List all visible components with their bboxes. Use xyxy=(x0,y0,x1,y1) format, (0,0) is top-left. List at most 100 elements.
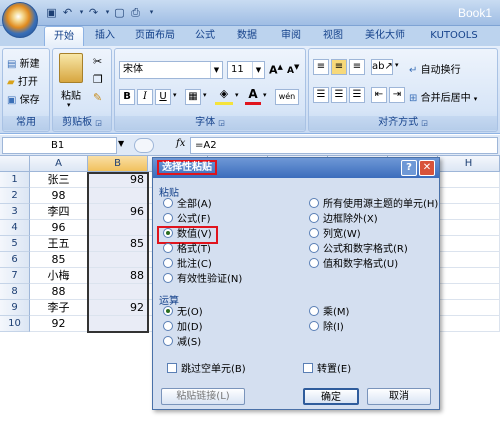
font-color-icon[interactable]: A xyxy=(245,87,261,105)
align-top-icon[interactable]: ≡ xyxy=(313,59,329,75)
chevron-down-icon[interactable]: ▾ xyxy=(395,61,399,69)
row-header[interactable]: 2 xyxy=(0,188,30,204)
new-doc-icon[interactable]: ▢ xyxy=(112,5,127,20)
merge-center-button[interactable]: ⊞ 合并后居中 ▾ xyxy=(409,89,477,104)
align-middle-icon[interactable]: ≡ xyxy=(331,59,347,75)
paste-icon[interactable] xyxy=(59,53,83,83)
table-cell[interactable]: 98 xyxy=(30,188,88,204)
row-header[interactable]: 1 xyxy=(0,172,30,188)
row-header[interactable]: 6 xyxy=(0,252,30,268)
table-cell[interactable] xyxy=(438,284,500,300)
transpose-checkbox[interactable]: 转置(E) xyxy=(303,363,351,377)
skip-blanks-checkbox[interactable]: 跳过空单元(B) xyxy=(167,363,246,377)
chevron-down-icon[interactable]: ▾ xyxy=(235,91,239,99)
formula-expand-icon[interactable] xyxy=(134,138,154,153)
table-cell[interactable]: 张三 xyxy=(30,172,88,188)
table-cell[interactable] xyxy=(88,284,148,300)
phonetic-icon[interactable]: wén xyxy=(275,89,299,105)
wrap-text-button[interactable]: ↵ 自动换行 xyxy=(409,61,461,76)
align-center-icon[interactable]: ☰ xyxy=(331,87,347,103)
new-button[interactable]: ▤ 新建 xyxy=(7,55,40,70)
save-button[interactable]: ▣ 保存 xyxy=(7,91,40,106)
undo-icon[interactable]: ↶ xyxy=(60,5,75,20)
align-right-icon[interactable]: ☰ xyxy=(349,87,365,103)
table-cell[interactable] xyxy=(88,316,148,332)
operation-option[interactable]: 减(S) xyxy=(163,336,201,350)
bold-button[interactable]: B xyxy=(119,89,135,105)
chevron-down-icon[interactable]: ▾ xyxy=(173,91,177,99)
chevron-down-icon[interactable]: ▾ xyxy=(474,95,478,103)
table-cell[interactable]: 88 xyxy=(88,268,148,284)
dialog-launcher-icon[interactable]: ◲ xyxy=(95,119,102,127)
font-name-combo[interactable]: 宋体 ▼ xyxy=(119,61,223,79)
paste-link-button[interactable]: 粘贴链接(L) xyxy=(161,388,245,405)
column-header[interactable]: H xyxy=(438,156,500,172)
paste-option[interactable]: 公式和数字格式(R) xyxy=(309,243,408,257)
shrink-font-icon[interactable]: A▼ xyxy=(287,63,299,76)
table-cell[interactable]: 92 xyxy=(88,300,148,316)
row-header[interactable]: 8 xyxy=(0,284,30,300)
chevron-down-icon[interactable]: ▼ xyxy=(118,139,124,148)
copy-icon[interactable]: ❐ xyxy=(93,73,103,86)
tab-formulas[interactable]: 公式 xyxy=(190,26,220,46)
table-cell[interactable] xyxy=(88,188,148,204)
cancel-button[interactable]: 取消 xyxy=(367,388,431,405)
table-cell[interactable]: 王五 xyxy=(30,236,88,252)
paste-option[interactable]: 有效性验证(N) xyxy=(163,273,242,287)
tab-data[interactable]: 数据 xyxy=(232,26,262,46)
row-header[interactable]: 10 xyxy=(0,316,30,332)
table-cell[interactable]: 88 xyxy=(30,284,88,300)
table-cell[interactable]: 85 xyxy=(30,252,88,268)
underline-button[interactable]: U xyxy=(155,89,171,105)
dialog-launcher-icon[interactable]: ◲ xyxy=(218,119,225,127)
paste-option[interactable]: 列宽(W) xyxy=(309,228,361,242)
table-cell[interactable] xyxy=(438,172,500,188)
table-cell[interactable]: 李四 xyxy=(30,204,88,220)
chevron-down-icon[interactable]: ▾ xyxy=(67,101,71,109)
table-cell[interactable] xyxy=(438,204,500,220)
tab-review[interactable]: 审阅 xyxy=(276,26,306,46)
decrease-indent-icon[interactable]: ⇤ xyxy=(371,87,387,103)
operation-option[interactable]: 除(I) xyxy=(309,321,344,335)
dialog-launcher-icon[interactable]: ◲ xyxy=(421,119,428,127)
tab-view[interactable]: 视图 xyxy=(318,26,348,46)
paste-option[interactable]: 批注(C) xyxy=(163,258,212,272)
paste-option[interactable]: 所有使用源主题的单元(H) xyxy=(309,198,438,212)
row-header[interactable]: 3 xyxy=(0,204,30,220)
table-cell[interactable] xyxy=(88,220,148,236)
row-header[interactable]: 9 xyxy=(0,300,30,316)
grow-font-icon[interactable]: A▲ xyxy=(269,63,283,77)
table-cell[interactable] xyxy=(438,188,500,204)
paste-option[interactable]: 格式(T) xyxy=(163,243,211,257)
table-cell[interactable]: 92 xyxy=(30,316,88,332)
table-cell[interactable] xyxy=(88,252,148,268)
table-cell[interactable]: 96 xyxy=(30,220,88,236)
save-icon[interactable]: ▣ xyxy=(44,5,59,20)
orientation-icon[interactable]: ab↗ xyxy=(371,59,393,75)
tab-insert[interactable]: 插入 xyxy=(90,26,120,46)
fx-icon[interactable]: fx xyxy=(176,138,185,149)
paste-option[interactable]: 全部(A) xyxy=(163,198,212,212)
paste-option[interactable]: 值和数字格式(U) xyxy=(309,258,398,272)
table-cell[interactable] xyxy=(438,236,500,252)
paste-option[interactable]: 公式(F) xyxy=(163,213,211,227)
tab-beautify[interactable]: 美化大师 xyxy=(360,26,410,46)
tab-page-layout[interactable]: 页面布局 xyxy=(128,26,182,46)
align-bottom-icon[interactable]: ≡ xyxy=(349,59,365,75)
paste-button[interactable]: 粘贴 xyxy=(61,87,81,102)
row-header[interactable]: 7 xyxy=(0,268,30,284)
format-painter-icon[interactable]: ✎ xyxy=(93,91,102,104)
chevron-down-icon[interactable]: ▾ xyxy=(203,91,207,99)
close-button[interactable]: ✕ xyxy=(419,160,435,176)
column-header[interactable]: A xyxy=(30,156,88,172)
tab-kutools[interactable]: KUTOOLS xyxy=(424,26,484,46)
table-cell[interactable] xyxy=(438,300,500,316)
table-cell[interactable] xyxy=(438,268,500,284)
cut-icon[interactable]: ✂ xyxy=(93,55,102,68)
increase-indent-icon[interactable]: ⇥ xyxy=(389,87,405,103)
table-cell[interactable] xyxy=(438,220,500,236)
row-header[interactable]: 4 xyxy=(0,220,30,236)
paste-option[interactable]: 数值(V) xyxy=(157,226,218,244)
table-cell[interactable]: 98 xyxy=(88,172,148,188)
chevron-down-icon[interactable]: ▾ xyxy=(263,91,267,99)
